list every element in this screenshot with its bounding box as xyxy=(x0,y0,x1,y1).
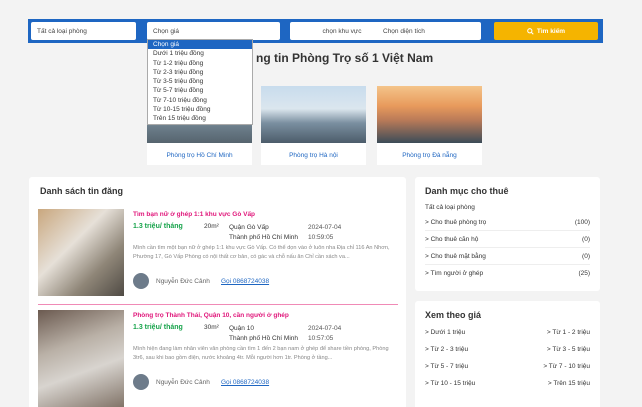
post-area: 30m² xyxy=(204,324,219,331)
avatar xyxy=(133,273,149,289)
call-link[interactable]: Gọi 0868724038 xyxy=(221,379,269,386)
price-filter-link[interactable]: > Từ 5 - 7 triệu xyxy=(425,363,468,370)
call-link[interactable]: Gọi 0868724038 xyxy=(221,278,269,285)
post-time: 2024-07-04 10:59:05 xyxy=(308,223,341,242)
price-filter-title: Xem theo giá xyxy=(425,310,482,320)
city-label[interactable]: Phòng trọ Hồ Chí Minh xyxy=(147,152,252,159)
post-location: Quận 10 Thành phố Hồ Chí Minh xyxy=(229,324,298,343)
listing-title: Danh sách tin đăng xyxy=(40,186,124,196)
price-filter-link[interactable]: > Từ 1 - 2 triệu xyxy=(547,329,590,336)
post-city: Thành phố Hồ Chí Minh xyxy=(229,334,299,342)
price-option[interactable]: Trên 15 triệu đồng xyxy=(148,114,252,123)
price-option[interactable]: Chọn giá xyxy=(148,40,252,50)
category-count: (0) xyxy=(582,235,590,243)
post-title[interactable]: Phòng trọ Thành Thái, Quận 10, cần người… xyxy=(133,312,289,319)
price-option[interactable]: Từ 5-7 triệu đồng xyxy=(148,86,252,95)
avatar xyxy=(133,374,149,390)
price-filter-link[interactable]: > Từ 10 - 15 triệu xyxy=(425,380,475,387)
price-option[interactable]: Từ 10-15 triệu đồng xyxy=(148,105,252,114)
post-clock: 10:57:05 xyxy=(308,334,334,342)
post-location: Quận Gò Vấp Thành phố Hồ Chí Minh xyxy=(229,223,298,242)
price-dropdown: Chọn giá Dưới 1 triệu đồng Từ 1-2 triệu … xyxy=(147,39,253,125)
price-option[interactable]: Từ 2-3 triệu đồng xyxy=(148,68,252,77)
price-value: Chọn giá xyxy=(153,27,180,35)
category-all[interactable]: Tất cả loại phòng xyxy=(425,204,590,214)
category-item[interactable]: > Tìm người ở ghép (25) xyxy=(425,265,590,282)
price-option[interactable]: Từ 1-2 triệu đồng xyxy=(148,59,252,68)
post-description: Mình hiện đang làm nhân viên văn phòng c… xyxy=(133,346,389,361)
category-count: (25) xyxy=(578,270,590,277)
post-time: 2024-07-04 10:57:05 xyxy=(308,324,341,343)
category-panel: Danh mục cho thuê Tất cả loại phòng > Ch… xyxy=(415,177,600,291)
post-date: 2024-07-04 xyxy=(308,325,342,332)
category-item[interactable]: > Cho thuê phòng trọ (100) xyxy=(425,214,590,231)
search-icon xyxy=(527,27,534,35)
post-thumbnail[interactable] xyxy=(38,310,124,407)
post-title[interactable]: Tìm bạn nữ ở ghép 1:1 khu vực Gò Vấp xyxy=(133,211,255,218)
price-filter-link[interactable]: > Từ 2 - 3 triệu xyxy=(425,346,468,353)
post-clock: 10:59:05 xyxy=(308,233,334,241)
city-label[interactable]: Phòng trọ Hà nội xyxy=(261,152,366,159)
search-button[interactable]: Tìm kiếm xyxy=(494,22,598,40)
category-label: > Cho thuê phòng trọ xyxy=(425,218,487,226)
room-type-select[interactable]: Tất cả loại phòng xyxy=(31,22,136,40)
size-select[interactable]: Chọn diện tích xyxy=(377,22,481,40)
post-price: 1.3 triệu/ tháng xyxy=(133,223,183,230)
post-thumbnail[interactable] xyxy=(38,209,124,296)
city-card-danang[interactable]: Phòng trọ Đà nẵng xyxy=(377,86,482,165)
size-value: Chọn diện tích xyxy=(383,27,425,35)
category-label: > Cho thuê mặt bằng xyxy=(425,252,486,260)
search-bar: Tất cả loại phòng Chọn giá chọn khu vực … xyxy=(28,19,603,43)
region-value: chọn khu vực xyxy=(322,27,362,35)
post-district: Quận 10 xyxy=(229,325,254,332)
post-district: Quận Gò Vấp xyxy=(229,224,269,231)
post-author: Nguyễn Đức Cảnh xyxy=(156,278,210,285)
price-option[interactable]: Từ 3-5 triệu đồng xyxy=(148,77,252,86)
price-filter-link[interactable]: > Từ 3 - 5 triệu xyxy=(547,346,590,353)
category-label: > Cho thuê căn hộ xyxy=(425,235,479,243)
price-filter-link[interactable]: > Dưới 1 triệu xyxy=(425,329,465,336)
category-title: Danh mục cho thuê xyxy=(425,186,509,196)
city-image xyxy=(377,86,482,143)
listing-panel: Danh sách tin đăng Tìm bạn nữ ở ghép 1:1… xyxy=(29,177,406,407)
city-label[interactable]: Phòng trọ Đà nẵng xyxy=(377,152,482,159)
room-type-value: Tất cả loại phòng xyxy=(37,27,87,35)
page-headline: ng tin Phòng Trọ số 1 Việt Nam xyxy=(256,51,434,65)
city-card-hanoi[interactable]: Phòng trọ Hà nội xyxy=(261,86,366,165)
category-count: (100) xyxy=(574,218,590,226)
post-author: Nguyễn Đức Cảnh xyxy=(156,379,210,386)
post-description: Mình cần tìm một bạn nữ ở ghép 1:1 khu v… xyxy=(133,245,390,260)
price-filter-panel: Xem theo giá > Dưới 1 triệu > Từ 1 - 2 tr… xyxy=(415,301,600,407)
price-filter-link[interactable]: > Từ 7 - 10 triệu xyxy=(543,363,590,370)
category-item[interactable]: > Cho thuê mặt bằng (0) xyxy=(425,248,590,265)
post-price: 1.3 triệu/ tháng xyxy=(133,324,183,331)
category-count: (0) xyxy=(582,252,590,260)
city-image xyxy=(261,86,366,143)
post-area: 20m² xyxy=(204,223,219,230)
search-button-label: Tìm kiếm xyxy=(536,27,566,35)
price-select[interactable]: Chọn giá xyxy=(147,22,280,40)
price-option[interactable]: Từ 7-10 triệu đồng xyxy=(148,96,252,105)
price-option[interactable]: Dưới 1 triệu đồng xyxy=(148,49,252,58)
price-filter-link[interactable]: > Trên 15 triệu xyxy=(548,380,590,387)
post-divider xyxy=(38,304,398,305)
category-label: > Tìm người ở ghép xyxy=(425,270,484,277)
post-city: Thành phố Hồ Chí Minh xyxy=(229,233,299,241)
category-item[interactable]: > Cho thuê căn hộ (0) xyxy=(425,231,590,248)
post-date: 2024-07-04 xyxy=(308,224,342,231)
